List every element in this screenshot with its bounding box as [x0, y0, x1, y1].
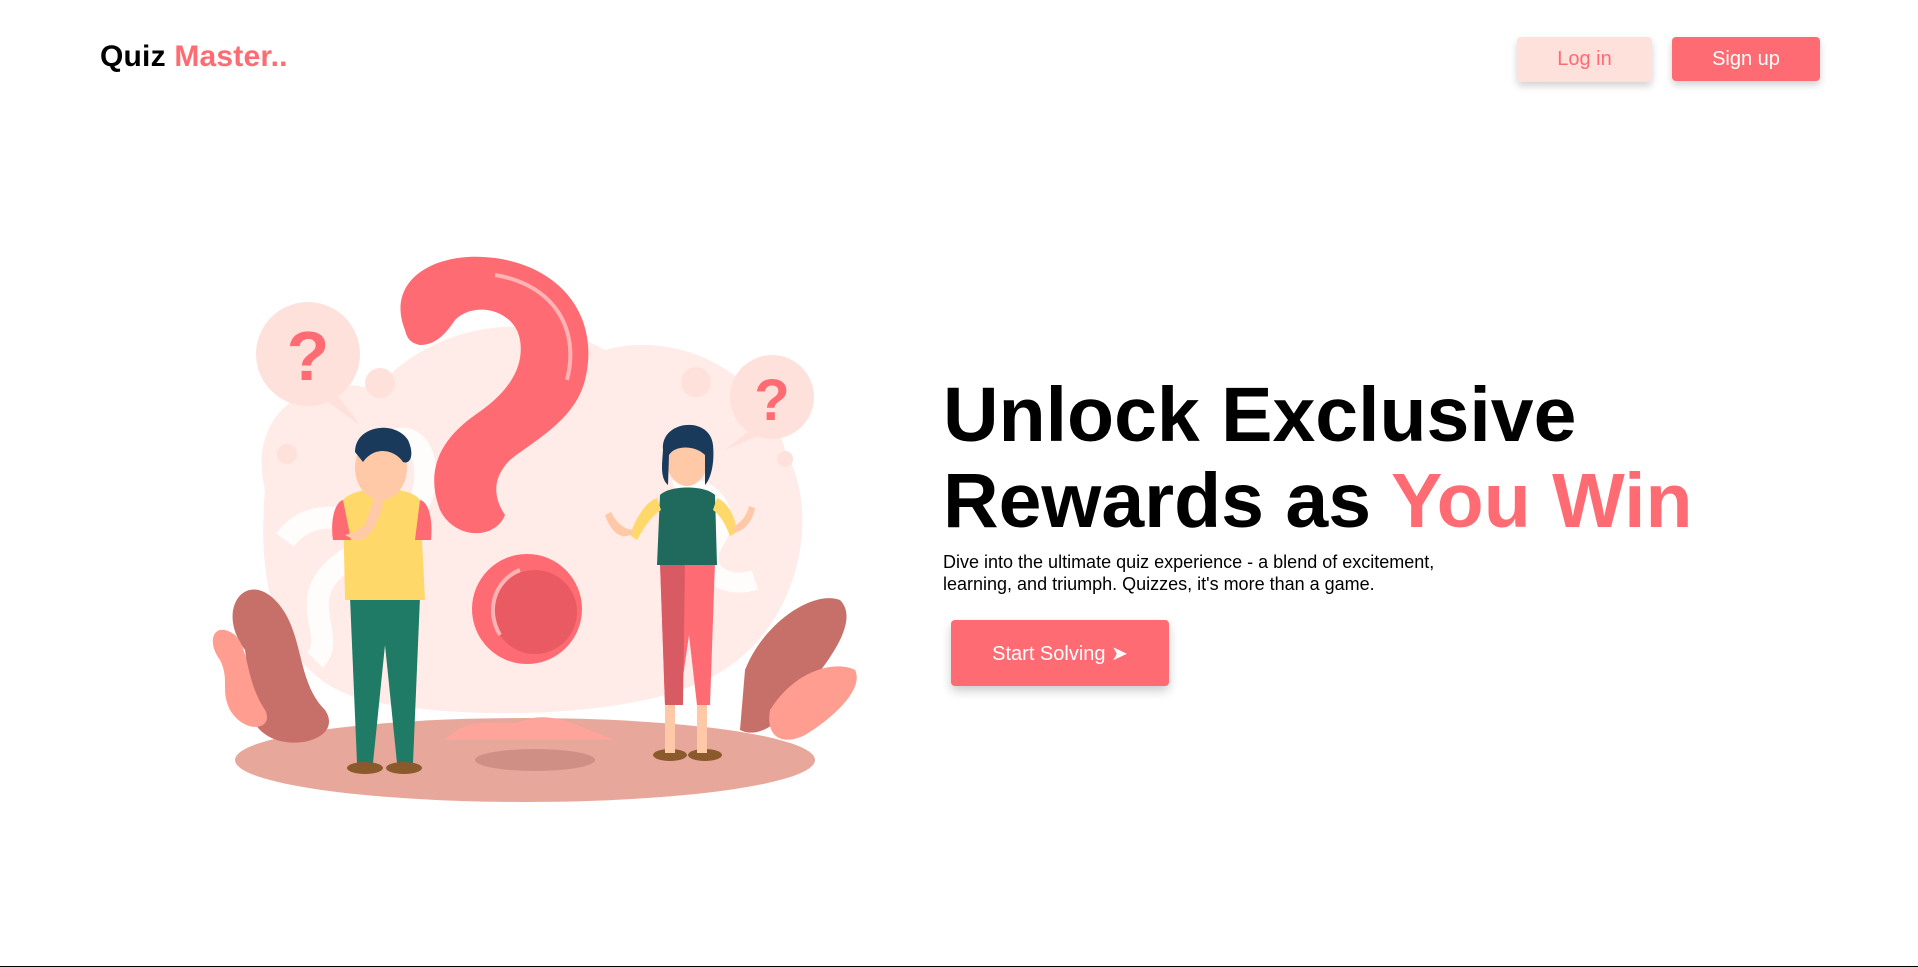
login-button[interactable]: Log in	[1517, 37, 1652, 82]
ground-spot	[475, 749, 595, 771]
navbar: Quiz Master.. Log in Sign up	[0, 0, 1918, 120]
start-solving-button[interactable]: Start Solving ➤	[951, 620, 1169, 686]
hero-title-accent: You Win	[1391, 458, 1693, 544]
brand-logo[interactable]: Quiz Master..	[100, 40, 288, 74]
hero-description: Dive into the ultimate quiz experience -…	[943, 552, 1435, 594]
hero-title-line1: Unlock Exclusive	[943, 372, 1577, 458]
hero-title: Unlock Exclusive Rewards as You Win	[943, 372, 1693, 544]
question-icon-small-right: ?	[754, 368, 789, 433]
hero-title-line2: Rewards as	[943, 458, 1392, 544]
brand-name-part1: Quiz	[100, 40, 175, 73]
brand-name-part2: Master..	[174, 40, 288, 73]
question-people-illustration: ? ?	[212, 256, 857, 802]
question-icon-small-left: ?	[287, 317, 330, 395]
signup-button[interactable]: Sign up	[1672, 37, 1820, 81]
